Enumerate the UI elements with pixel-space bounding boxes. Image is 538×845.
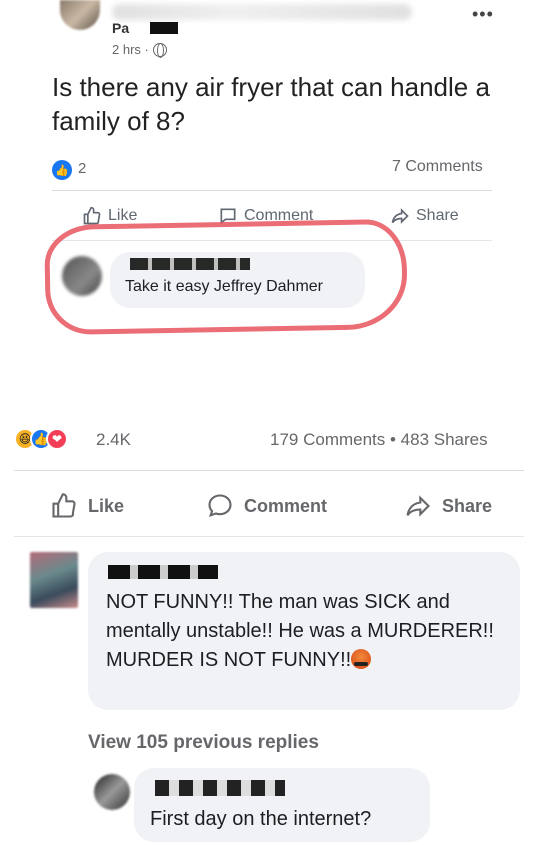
redacted-name (108, 565, 218, 579)
post-text: Is there any air fryer that can handle a… (52, 72, 490, 136)
commenter-avatar[interactable] (94, 774, 130, 810)
comments-count-link[interactable]: 7 Comments (392, 158, 483, 176)
view-previous-replies-link[interactable]: View 105 previous replies (88, 732, 319, 754)
post-author-avatar (60, 0, 100, 30)
share-label: Share (442, 495, 493, 516)
like-button[interactable]: Like (50, 492, 124, 520)
redacted-name (155, 780, 285, 796)
commenter-avatar[interactable] (30, 552, 78, 608)
comments-shares-count[interactable]: 179 Comments • 483 Shares (270, 430, 488, 450)
post-author-name: Pa (112, 20, 130, 36)
like-label: Like (108, 207, 138, 224)
blurred-header (112, 4, 412, 20)
comment-button[interactable]: Comment (206, 492, 327, 520)
thumbs-up-icon (52, 493, 76, 518)
annotation-circle (44, 218, 408, 336)
angry-emoji-icon (351, 649, 372, 669)
comment-text: First day on the internet? (150, 808, 372, 830)
like-label: Like (88, 495, 125, 516)
like-count: 2 (78, 160, 87, 177)
more-dots-icon[interactable]: ••• (472, 4, 494, 25)
redaction-block (150, 22, 178, 34)
share-button[interactable]: Share (390, 206, 459, 226)
globe-icon (152, 42, 167, 58)
like-reaction-icon: 👍 (52, 160, 72, 180)
share-label: Share (416, 207, 459, 224)
reaction-count[interactable]: 2.4K (96, 430, 131, 450)
post-timestamp: 2 hrs · (112, 42, 167, 58)
share-button[interactable]: Share (404, 492, 492, 520)
thumbs-up-icon (83, 206, 101, 225)
embedded-post-screenshot: Pa 2 hrs · ••• Is there any air fryer th… (0, 0, 538, 390)
love-reaction-icon: ❤ (46, 428, 68, 450)
comment-label: Comment (244, 495, 328, 516)
share-arrow-icon (391, 208, 409, 224)
comment-text-body: NOT FUNNY!! The man was SICK and mentall… (106, 591, 494, 671)
divider (52, 190, 492, 191)
comment-text: NOT FUNNY!! The man was SICK and mentall… (106, 588, 506, 675)
divider (14, 470, 524, 471)
divider (14, 536, 524, 537)
share-arrow-icon (406, 495, 430, 517)
reaction-icons[interactable]: 😆 👍 ❤ (14, 428, 68, 450)
post-time-text: 2 hrs · (112, 42, 149, 57)
speech-bubble-icon (208, 494, 232, 518)
